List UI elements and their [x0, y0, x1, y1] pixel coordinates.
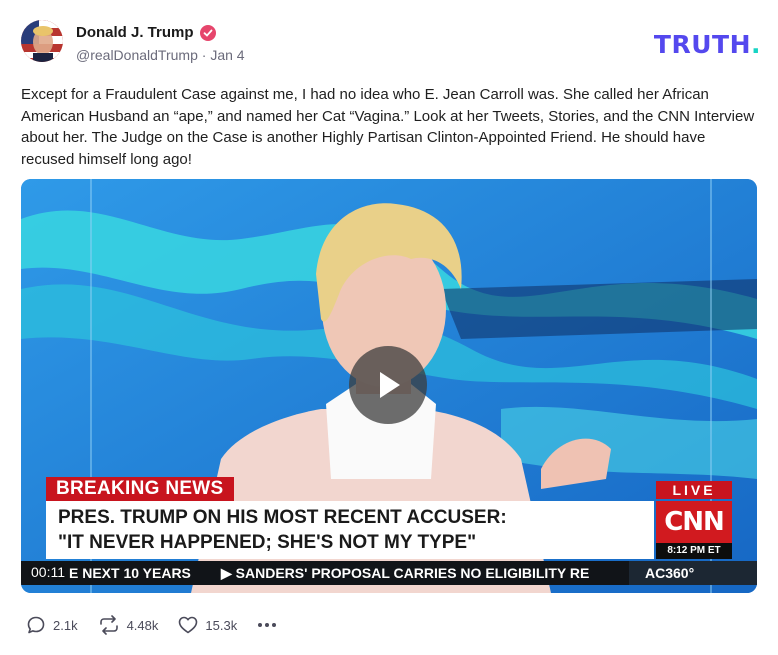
more-options-button[interactable] — [257, 622, 277, 628]
reply-button[interactable]: 2.1k — [26, 615, 78, 635]
like-icon — [179, 616, 198, 634]
reply-icon — [27, 616, 45, 634]
author-handle[interactable]: @realDonaldTrump — [76, 47, 198, 63]
avatar[interactable] — [21, 20, 63, 62]
post-date[interactable]: Jan 4 — [210, 47, 244, 63]
more-icon — [258, 623, 277, 627]
truth-logo[interactable]: TRUTH. — [654, 30, 761, 59]
post-header: Donald J. Trump @realDonaldTrump · Jan 4… — [21, 20, 761, 66]
ticker-text-right: ▶ SANDERS' PROPOSAL CARRIES NO ELIGIBILI… — [221, 565, 590, 581]
broadcast-time: 8:12 PM ET — [656, 543, 732, 559]
news-lower-third: BREAKING NEWS PRES. TRUMP ON HIS MOST RE… — [21, 477, 757, 593]
verified-badge-icon — [199, 24, 216, 41]
post-actions: 2.1k 4.48k 15.3k — [26, 614, 297, 636]
brand-text: TRUTH — [653, 30, 751, 59]
news-headline: PRES. TRUMP ON HIS MOST RECENT ACCUSER: … — [46, 501, 654, 559]
post-meta: @realDonaldTrump · Jan 4 — [76, 47, 245, 63]
play-icon — [380, 372, 400, 398]
retruth-button[interactable]: 4.48k — [98, 615, 159, 635]
ticker-text-left: E NEXT 10 YEARS — [69, 565, 191, 581]
like-count: 15.3k — [205, 617, 238, 633]
retruth-count: 4.48k — [126, 617, 159, 633]
breaking-news-label: BREAKING NEWS — [46, 477, 234, 501]
live-tag: LIVE — [656, 481, 732, 499]
cnn-logo: CNN — [656, 501, 732, 543]
show-label: AC360° — [629, 561, 757, 585]
headline-line-1: PRES. TRUMP ON HIS MOST RECENT ACCUSER: — [58, 507, 507, 528]
play-button[interactable] — [349, 346, 427, 424]
video-timecode: 00:11 — [31, 564, 65, 580]
post-body: Except for a Fraudulent Case against me,… — [21, 86, 755, 168]
author-name-text[interactable]: Donald J. Trump — [76, 24, 194, 41]
like-button[interactable]: 15.3k — [178, 616, 237, 634]
headline-line-2: "IT NEVER HAPPENED; SHE'S NOT MY TYPE" — [58, 532, 477, 553]
video-player[interactable]: BREAKING NEWS PRES. TRUMP ON HIS MOST RE… — [21, 179, 757, 593]
author-name[interactable]: Donald J. Trump — [76, 24, 216, 41]
brand-dot: . — [751, 30, 761, 59]
retruth-icon — [99, 615, 118, 635]
meta-separator: · — [201, 47, 207, 63]
news-ticker: E NEXT 10 YEARS ▶ SANDERS' PROPOSAL CARR… — [21, 561, 757, 585]
reply-count: 2.1k — [53, 617, 78, 633]
